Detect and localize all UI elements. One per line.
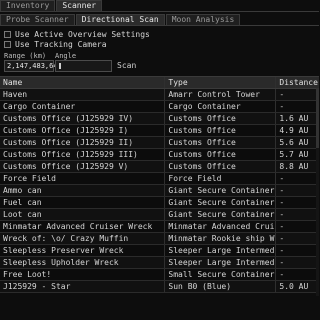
- row-distance-cell: -: [279, 222, 285, 231]
- row-type-cell: Small Secure Container: [165, 269, 277, 280]
- table-scrollbar[interactable]: [316, 88, 319, 296]
- table-row[interactable]: Force Field Force Field -: [0, 173, 319, 185]
- active-overview-checkbox[interactable]: [4, 31, 11, 38]
- scrollbar-thumb[interactable]: [316, 88, 319, 148]
- angle-slider-handle[interactable]: [59, 63, 61, 69]
- row-name-cell: Customs Office (J125929 I): [0, 125, 166, 136]
- row-distance-cell: 5.6 AU: [279, 138, 309, 147]
- range-input[interactable]: 2,147,483,647: [4, 60, 62, 72]
- table-row[interactable]: Sleepless Preserver Wreck Sleeper Large I…: [0, 245, 319, 257]
- row-type-cell: Customs Office: [165, 113, 277, 124]
- table-body: Haven Amarr Control Tower - Cargo Container…: [0, 89, 319, 293]
- table-row[interactable]: Haven Amarr Control Tower -: [0, 89, 319, 101]
- table-row[interactable]: Wreck of: \o/ Crazy Muffin Minmatar Rooki…: [0, 233, 319, 245]
- column-distance-header[interactable]: Distance: [276, 77, 319, 88]
- tab-directional-scan[interactable]: Directional Scan: [75, 14, 165, 25]
- top-tab-bar: Inventory Scanner: [0, 0, 103, 11]
- row-distance-cell: -: [279, 174, 285, 183]
- row-distance-cell: -: [279, 198, 285, 207]
- scanner-subtab-bar: Probe Scanner Directional Scan Moon Anal…: [0, 14, 241, 25]
- row-type-cell: Giant Secure Container: [165, 209, 277, 220]
- row-type-cell: Minmatar Advanced Cruiser Wre: [165, 221, 277, 232]
- row-name-cell: Force Field: [0, 173, 166, 184]
- row-type-cell: Sleeper Large Intermediate Wre: [165, 257, 277, 268]
- row-name-cell: Free Loot!: [0, 269, 166, 280]
- row-name-cell: J125929 - Star: [0, 281, 166, 292]
- table-row[interactable]: J125929 - Star Sun B0 (Blue) 5.0 AU: [0, 281, 319, 293]
- row-name-cell: Loot can: [0, 209, 166, 220]
- row-type-cell: Customs Office: [165, 125, 277, 136]
- column-type-header[interactable]: Type: [165, 77, 277, 88]
- row-name-cell: Customs Office (J125929 III): [0, 149, 166, 160]
- row-distance-cell: 5.0 AU: [279, 282, 309, 291]
- tab-probe-scanner[interactable]: Probe Scanner: [0, 14, 75, 25]
- row-distance-cell: -: [279, 186, 285, 195]
- table-row[interactable]: Cargo Container Cargo Container -: [0, 101, 319, 113]
- table-row[interactable]: Customs Office (J125929 I) Customs Office…: [0, 125, 319, 137]
- row-distance-cell: 8.8 AU: [279, 162, 309, 171]
- row-type-cell: Sleeper Large Intermediate Wre: [165, 245, 277, 256]
- option-tracking-camera[interactable]: Use Tracking Camera: [4, 40, 107, 49]
- row-name-cell: Fuel can: [0, 197, 166, 208]
- table-row[interactable]: Minmatar Advanced Cruiser Wreck Minmatar …: [0, 221, 319, 233]
- table-row[interactable]: Loot can Giant Secure Container -: [0, 209, 319, 221]
- row-type-cell: Customs Office: [165, 161, 277, 172]
- tab-divider: [0, 11, 319, 12]
- range-label: Range (km): [4, 52, 47, 60]
- row-distance-cell: -: [279, 102, 285, 111]
- row-type-cell: Giant Secure Container: [165, 197, 277, 208]
- row-name-cell: Cargo Container: [0, 101, 166, 112]
- row-distance-cell: -: [279, 270, 285, 279]
- subtab-divider: [0, 25, 319, 26]
- row-name-cell: Minmatar Advanced Cruiser Wreck: [0, 221, 166, 232]
- table-header: Name Type Distance: [0, 77, 319, 89]
- table-row[interactable]: Customs Office (J125929 IV) Customs Offic…: [0, 113, 319, 125]
- column-name-header[interactable]: Name: [0, 77, 166, 88]
- option-active-overview[interactable]: Use Active Overview Settings: [4, 30, 150, 39]
- row-distance-cell: 1.6 AU: [279, 114, 309, 123]
- row-distance-cell: 4.9 AU: [279, 126, 309, 135]
- table-row[interactable]: Free Loot! Small Secure Container -: [0, 269, 319, 281]
- table-row[interactable]: Sleepless Upholder Wreck Sleeper Large In…: [0, 257, 319, 269]
- tab-scanner[interactable]: Scanner: [56, 0, 103, 11]
- table-row[interactable]: Fuel can Giant Secure Container -: [0, 197, 319, 209]
- row-type-cell: Minmatar Rookie ship Wreck: [165, 233, 277, 244]
- tab-moon-analysis[interactable]: Moon Analysis: [165, 14, 241, 25]
- row-name-cell: Wreck of: \o/ Crazy Muffin: [0, 233, 166, 244]
- tracking-camera-label: Use Tracking Camera: [15, 40, 107, 49]
- table-row[interactable]: Customs Office (J125929 II) Customs Offic…: [0, 137, 319, 149]
- angle-label: Angle: [55, 52, 77, 60]
- table-row[interactable]: Customs Office (J125929 V) Customs Office…: [0, 161, 319, 173]
- tracking-camera-checkbox[interactable]: [4, 41, 11, 48]
- row-name-cell: Customs Office (J125929 IV): [0, 113, 166, 124]
- tab-inventory[interactable]: Inventory: [0, 0, 56, 11]
- row-type-cell: Cargo Container: [165, 101, 277, 112]
- row-distance-cell: -: [279, 246, 285, 255]
- row-type-cell: Customs Office: [165, 149, 277, 160]
- row-name-cell: Ammo can: [0, 185, 166, 196]
- row-name-cell: Customs Office (J125929 II): [0, 137, 166, 148]
- row-distance-cell: -: [279, 258, 285, 267]
- row-name-cell: Sleepless Preserver Wreck: [0, 245, 166, 256]
- row-name-cell: Sleepless Upholder Wreck: [0, 257, 166, 268]
- table-row[interactable]: Customs Office (J125929 III) Customs Offi…: [0, 149, 319, 161]
- active-overview-label: Use Active Overview Settings: [15, 30, 150, 39]
- scan-button[interactable]: Scan: [117, 61, 136, 70]
- row-type-cell: Force Field: [165, 173, 277, 184]
- row-type-cell: Customs Office: [165, 137, 277, 148]
- table-row[interactable]: Ammo can Giant Secure Container -: [0, 185, 319, 197]
- row-distance-cell: -: [279, 90, 285, 99]
- row-type-cell: Giant Secure Container: [165, 185, 277, 196]
- row-distance-cell: -: [279, 234, 285, 243]
- angle-slider[interactable]: [55, 60, 112, 72]
- row-distance-cell: 5.7 AU: [279, 150, 309, 159]
- scan-results-table: Name Type Distance Haven Amarr Control To…: [0, 76, 319, 293]
- row-name-cell: Customs Office (J125929 V): [0, 161, 166, 172]
- row-type-cell: Amarr Control Tower: [165, 89, 277, 100]
- row-distance-cell: -: [279, 210, 285, 219]
- row-type-cell: Sun B0 (Blue): [165, 281, 277, 292]
- row-name-cell: Haven: [0, 89, 166, 100]
